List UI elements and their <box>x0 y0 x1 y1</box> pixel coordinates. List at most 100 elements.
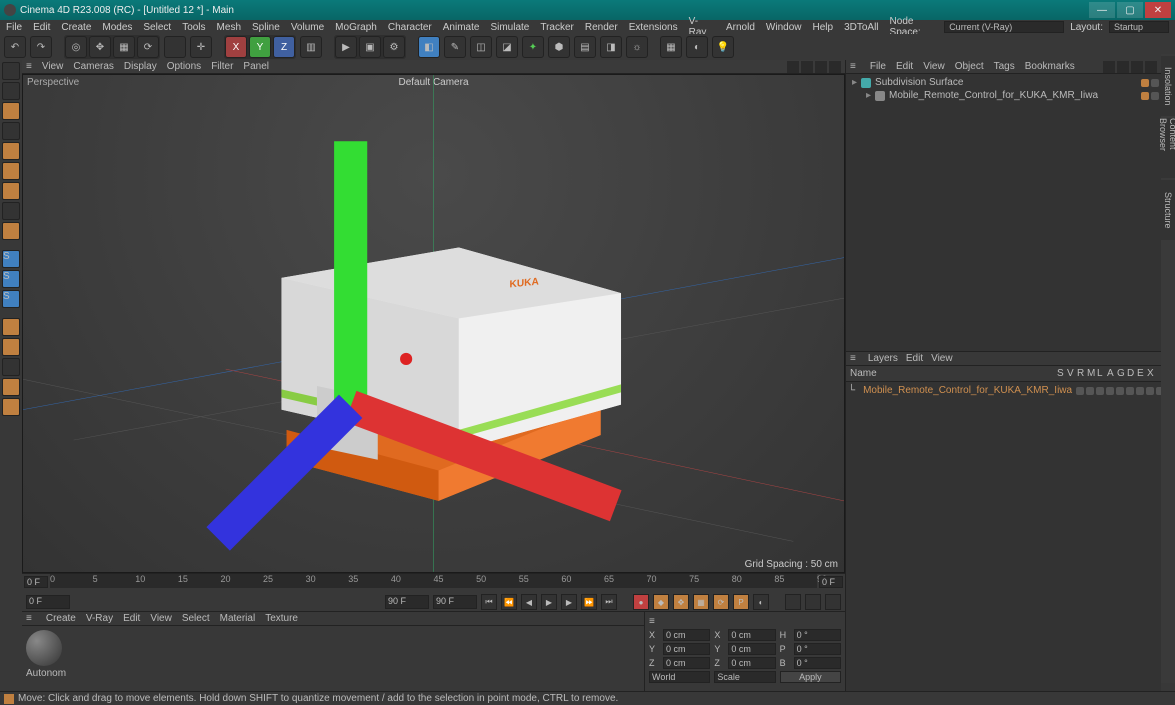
point-mode-button[interactable] <box>2 142 20 160</box>
layout-dropdown[interactable]: Startup <box>1109 21 1169 33</box>
dock-tab-structure[interactable]: Structure <box>1161 180 1175 240</box>
move-button[interactable]: ✥ <box>89 36 111 58</box>
layer-flag[interactable] <box>1136 387 1144 395</box>
volume-button[interactable]: ▤ <box>574 36 596 58</box>
texture-mode-button[interactable] <box>2 122 20 140</box>
node-space-dropdown[interactable]: Current (V-Ray) <box>944 21 1064 33</box>
generator-button[interactable]: ◫ <box>470 36 492 58</box>
hamburger-icon[interactable]: ≡ <box>850 61 856 72</box>
obj-menu-view[interactable]: View <box>923 61 945 72</box>
pos-field[interactable]: 0 cm <box>663 629 710 641</box>
menu-window[interactable]: Window <box>766 22 802 33</box>
light-button[interactable]: ☼ <box>626 36 648 58</box>
obj-menu-object[interactable]: Object <box>955 61 984 72</box>
size-field[interactable]: 0 cm <box>728 629 775 641</box>
tl-opt2-button[interactable] <box>805 594 821 610</box>
mat-menu-create[interactable]: Create <box>46 613 76 624</box>
layer-menu-view[interactable]: View <box>931 353 953 364</box>
coord-system-button[interactable]: ▥ <box>300 36 322 58</box>
layer-menu-layers[interactable]: Layers <box>868 353 898 364</box>
autokey-button[interactable]: ◆ <box>653 594 669 610</box>
menu-volume[interactable]: Volume <box>291 22 324 33</box>
goto-end-button[interactable]: ⏭ <box>601 594 617 610</box>
layer-flag[interactable] <box>1096 387 1104 395</box>
vp-menu-view[interactable]: View <box>42 61 64 72</box>
goto-next-key-button[interactable]: ⏩ <box>581 594 597 610</box>
sky-button[interactable]: ◐ <box>686 36 708 58</box>
frame-start-field[interactable]: 0 F <box>24 576 48 588</box>
dock-tab-content-browser[interactable]: Content Browser <box>1161 118 1175 178</box>
layer-menu-edit[interactable]: Edit <box>906 353 923 364</box>
snap2-button[interactable] <box>2 338 20 356</box>
render-pv-button[interactable]: ▣ <box>359 36 381 58</box>
menu-edit[interactable]: Edit <box>33 22 50 33</box>
vp-nav3-icon[interactable] <box>815 61 827 73</box>
obj-menu-bookmarks[interactable]: Bookmarks <box>1025 61 1075 72</box>
make-editable-button[interactable] <box>2 62 20 80</box>
visibility-dot[interactable] <box>1141 79 1149 87</box>
live-select-button[interactable]: ◎ <box>65 36 87 58</box>
tweak-mode-button[interactable] <box>2 202 20 220</box>
snap5-button[interactable] <box>2 398 20 416</box>
key-scale-button[interactable]: ▦ <box>693 594 709 610</box>
menu-help[interactable]: Help <box>812 22 833 33</box>
render-settings-button[interactable]: ⚙ <box>383 36 405 58</box>
menu-select[interactable]: Select <box>143 22 171 33</box>
vp-menu-display[interactable]: Display <box>124 61 157 72</box>
goto-start-button[interactable]: ⏮ <box>481 594 497 610</box>
goto-prev-key-button[interactable]: ⏪ <box>501 594 517 610</box>
mat-menu-v-ray[interactable]: V-Ray <box>86 613 113 624</box>
layer-flag[interactable] <box>1106 387 1114 395</box>
object-tree[interactable]: ▸Subdivision Surface▸Mobile_Remote_Contr… <box>846 74 1161 351</box>
key-pos-button[interactable]: ✥ <box>673 594 689 610</box>
layer-list[interactable]: └Mobile_Remote_Control_for_KUKA_KMR_Iiwa <box>846 382 1161 691</box>
axis-z-toggle[interactable]: Z <box>273 36 295 58</box>
mat-menu-material[interactable]: Material <box>220 613 256 624</box>
floor-button[interactable]: ▦ <box>660 36 682 58</box>
vp-nav2-icon[interactable] <box>801 61 813 73</box>
mat-menu-select[interactable]: Select <box>182 613 210 624</box>
vp-menu-cameras[interactable]: Cameras <box>73 61 114 72</box>
pos-field[interactable]: 0 cm <box>663 657 710 669</box>
menu-modes[interactable]: Modes <box>102 22 132 33</box>
snap4-button[interactable] <box>2 378 20 396</box>
key-rot-button[interactable]: ⟳ <box>713 594 729 610</box>
tl-opt3-button[interactable] <box>825 594 841 610</box>
prev-frame-button[interactable]: ◀ <box>521 594 537 610</box>
viewport[interactable]: Perspective Default Camera Grid Spacing … <box>22 74 845 573</box>
mat-menu-texture[interactable]: Texture <box>265 613 298 624</box>
rot-field[interactable]: 0 ° <box>794 643 841 655</box>
material-thumbnail[interactable]: Autonom <box>26 630 66 679</box>
obj-filter-icon[interactable] <box>1131 61 1143 73</box>
menu-render[interactable]: Render <box>585 22 618 33</box>
place-button[interactable]: ✛ <box>190 36 212 58</box>
model-mode-button[interactable] <box>2 82 20 100</box>
visibility-dot[interactable] <box>1141 92 1149 100</box>
key-param-button[interactable]: P <box>733 594 749 610</box>
menu-spline[interactable]: Spline <box>252 22 280 33</box>
menu-tools[interactable]: Tools <box>182 22 205 33</box>
mat-menu-edit[interactable]: Edit <box>123 613 140 624</box>
spline-pen-button[interactable]: ✎ <box>444 36 466 58</box>
key-pla-button[interactable]: ◐ <box>753 594 769 610</box>
next-frame-button[interactable]: ▶ <box>561 594 577 610</box>
render-dot[interactable] <box>1151 79 1159 87</box>
hamburger-icon[interactable]: ≡ <box>850 353 856 364</box>
dock-tab-insolation[interactable]: Insolation <box>1161 56 1175 116</box>
vp-menu-filter[interactable]: Filter <box>211 61 233 72</box>
vp-menu-panel[interactable]: Panel <box>243 61 269 72</box>
menu-arnold[interactable]: Arnold <box>726 22 755 33</box>
obj-view-icon[interactable] <box>1117 61 1129 73</box>
layer-flag[interactable] <box>1146 387 1154 395</box>
axis-y-toggle[interactable]: Y <box>249 36 271 58</box>
snap1-button[interactable] <box>2 318 20 336</box>
field-button[interactable]: ✦ <box>522 36 544 58</box>
render-dot[interactable] <box>1151 92 1159 100</box>
obj-menu-file[interactable]: File <box>870 61 886 72</box>
range-end-field[interactable]: 90 F <box>385 595 429 609</box>
range-start-field[interactable]: 0 F <box>26 595 70 609</box>
menu-mograph[interactable]: MoGraph <box>335 22 377 33</box>
layer-flag[interactable] <box>1126 387 1134 395</box>
vp-nav4-icon[interactable] <box>829 61 841 73</box>
menu-create[interactable]: Create <box>61 22 91 33</box>
